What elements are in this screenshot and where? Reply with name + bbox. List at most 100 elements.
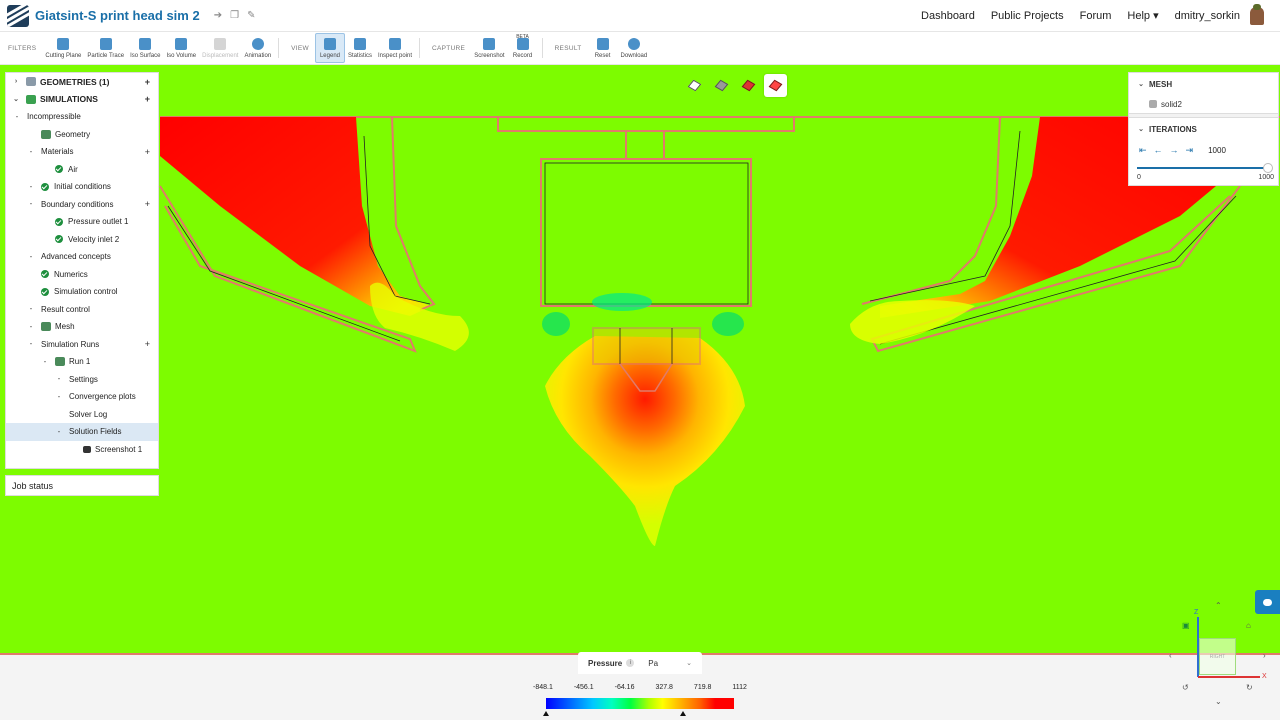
statistics-button[interactable]: Statistics [345, 33, 375, 63]
project-title[interactable]: Giatsint-S print head sim 2 [35, 8, 200, 23]
collapse-icon[interactable]: - [42, 357, 48, 365]
rotate-right-icon[interactable]: › [1263, 651, 1266, 660]
simscale-logo-icon[interactable] [7, 4, 29, 27]
rotate-cw-icon[interactable]: ↻ [1246, 683, 1253, 692]
add-item-button[interactable]: + [145, 339, 150, 349]
collapse-icon[interactable]: - [28, 322, 34, 330]
rotate-up-icon[interactable]: ⌃ [1215, 601, 1222, 610]
legend-range-handle[interactable] [680, 711, 687, 716]
nav-public-projects[interactable]: Public Projects [991, 10, 1064, 22]
iso-surface-button[interactable]: Iso Surface [127, 33, 163, 63]
tree-item[interactable]: - Convergence plots [6, 388, 158, 406]
rotate-left-icon[interactable]: ‹ [1169, 651, 1172, 660]
collapse-icon[interactable]: - [28, 305, 34, 313]
tree-item[interactable]: - Run 1 [6, 353, 158, 371]
tree-item[interactable]: Pressure outlet 1 [6, 213, 158, 231]
nav-dashboard[interactable]: Dashboard [921, 10, 975, 22]
tree-geometries[interactable]: › GEOMETRIES (1) + [6, 73, 158, 91]
tree-item[interactable]: Simulation control [6, 283, 158, 301]
collapse-icon[interactable]: - [14, 112, 20, 120]
tree-item[interactable]: - Simulation Runs + [6, 336, 158, 354]
record-button[interactable]: BETA Record [508, 33, 538, 63]
legend-unit-label[interactable]: Pa [648, 659, 686, 668]
screenshot-button[interactable]: Screenshot [471, 33, 507, 63]
last-iteration-icon[interactable]: ⇥ [1186, 145, 1194, 156]
slider-thumb[interactable] [1263, 163, 1273, 173]
legend-range-handle[interactable] [543, 711, 549, 716]
first-iteration-icon[interactable]: ⇤ [1139, 145, 1147, 156]
legend-field-selector[interactable]: Pressure i Pa ⌄ [578, 652, 702, 674]
tree-item[interactable]: - Boundary conditions + [6, 196, 158, 214]
tree-item[interactable]: Solver Log [6, 406, 158, 424]
collapse-icon[interactable]: - [28, 200, 34, 208]
add-item-button[interactable]: + [145, 147, 150, 157]
tree-item[interactable]: Geometry [6, 126, 158, 144]
next-iteration-icon[interactable]: → [1170, 145, 1179, 155]
tree-item[interactable]: - Mesh [6, 318, 158, 336]
tree-item[interactable]: - Initial conditions [6, 178, 158, 196]
particle-trace-button[interactable]: Particle Trace [84, 33, 127, 63]
nav-help[interactable]: Help ▾ [1127, 9, 1158, 22]
collapse-icon[interactable]: - [56, 427, 62, 435]
tree-item[interactable]: Screenshot 1 [6, 441, 158, 459]
view-solid-button[interactable] [710, 74, 733, 97]
x-axis-label: X [1262, 673, 1267, 680]
avatar[interactable] [1250, 3, 1264, 25]
iterations-panel-header[interactable]: ⌄ ITERATIONS [1129, 118, 1278, 140]
copy-icon[interactable]: ❐ [230, 10, 239, 21]
3d-viewport[interactable] [0, 66, 1280, 720]
tree-item[interactable]: Velocity inlet 2 [6, 231, 158, 249]
rotate-ccw-icon[interactable]: ↺ [1182, 683, 1189, 692]
tree-item[interactable]: Air [6, 161, 158, 179]
add-item-button[interactable]: + [145, 199, 150, 209]
job-status-panel[interactable]: Job status [5, 475, 159, 496]
nav-forum[interactable]: Forum [1080, 10, 1112, 22]
edit-icon[interactable]: ✎ [247, 10, 255, 21]
chevron-down-icon[interactable]: ⌄ [1137, 80, 1145, 88]
collapse-icon[interactable]: - [28, 252, 34, 260]
inspect-point-button[interactable]: Inspect point [375, 33, 415, 63]
collapse-icon[interactable]: - [28, 147, 34, 155]
cutting-plane-button[interactable]: Cutting Plane [42, 33, 84, 63]
view-wireframe-button[interactable] [683, 74, 706, 97]
view-cube-face[interactable]: RIGHT [1199, 638, 1236, 675]
view-surface-edges-button[interactable] [764, 74, 787, 97]
tree-item[interactable]: - Incompressible [6, 108, 158, 126]
tree-item[interactable]: - Materials + [6, 143, 158, 161]
download-button[interactable]: Download [618, 33, 651, 63]
tree-item[interactable]: - Advanced concepts [6, 248, 158, 266]
camera-icon[interactable]: ▣ [1182, 621, 1190, 630]
nav-username[interactable]: dmitry_sorkin [1175, 10, 1240, 22]
chevron-down-icon[interactable]: ⌄ [686, 659, 692, 667]
share-icon[interactable]: ➔ [214, 10, 222, 21]
pressure-contour-render[interactable] [0, 66, 1280, 720]
orientation-gizmo[interactable]: Z X RIGHT ⌃ ⌄ ‹ › ▣ ⌂ ↺ ↻ [1168, 601, 1280, 710]
reset-button[interactable]: Reset [588, 33, 618, 63]
chevron-down-icon[interactable]: ⌄ [1137, 125, 1145, 133]
displacement-button: Displacement [199, 33, 241, 63]
add-simulation-button[interactable]: + [145, 94, 150, 104]
collapse-icon[interactable]: - [28, 182, 34, 190]
tree-item[interactable]: Numerics [6, 266, 158, 284]
iteration-slider[interactable] [1137, 162, 1273, 174]
info-icon[interactable]: i [626, 659, 635, 667]
animation-button[interactable]: Animation [241, 33, 274, 63]
tree-item[interactable]: - Solution Fields [6, 423, 158, 441]
chevron-right-icon[interactable]: › [12, 78, 20, 85]
rotate-down-icon[interactable]: ⌄ [1215, 697, 1222, 706]
tree-simulations[interactable]: ⌄ SIMULATIONS + [6, 91, 158, 109]
iso-volume-button[interactable]: Iso Volume [163, 33, 199, 63]
home-icon[interactable]: ⌂ [1246, 621, 1251, 630]
view-surface-button[interactable] [737, 74, 760, 97]
tree-item[interactable]: - Settings [6, 371, 158, 389]
previous-iteration-icon[interactable]: ← [1154, 145, 1163, 155]
collapse-icon[interactable]: - [56, 375, 62, 383]
collapse-icon[interactable]: - [56, 392, 62, 400]
collapse-icon[interactable]: - [28, 340, 34, 348]
add-geometry-button[interactable]: + [145, 77, 150, 87]
chevron-down-icon[interactable]: ⌄ [12, 95, 20, 103]
legend-button[interactable]: Legend [314, 33, 345, 63]
mesh-panel-header[interactable]: ⌄ MESH [1129, 73, 1278, 95]
tree-item[interactable]: - Result control [6, 301, 158, 319]
mesh-item[interactable]: solid2 [1129, 95, 1278, 113]
